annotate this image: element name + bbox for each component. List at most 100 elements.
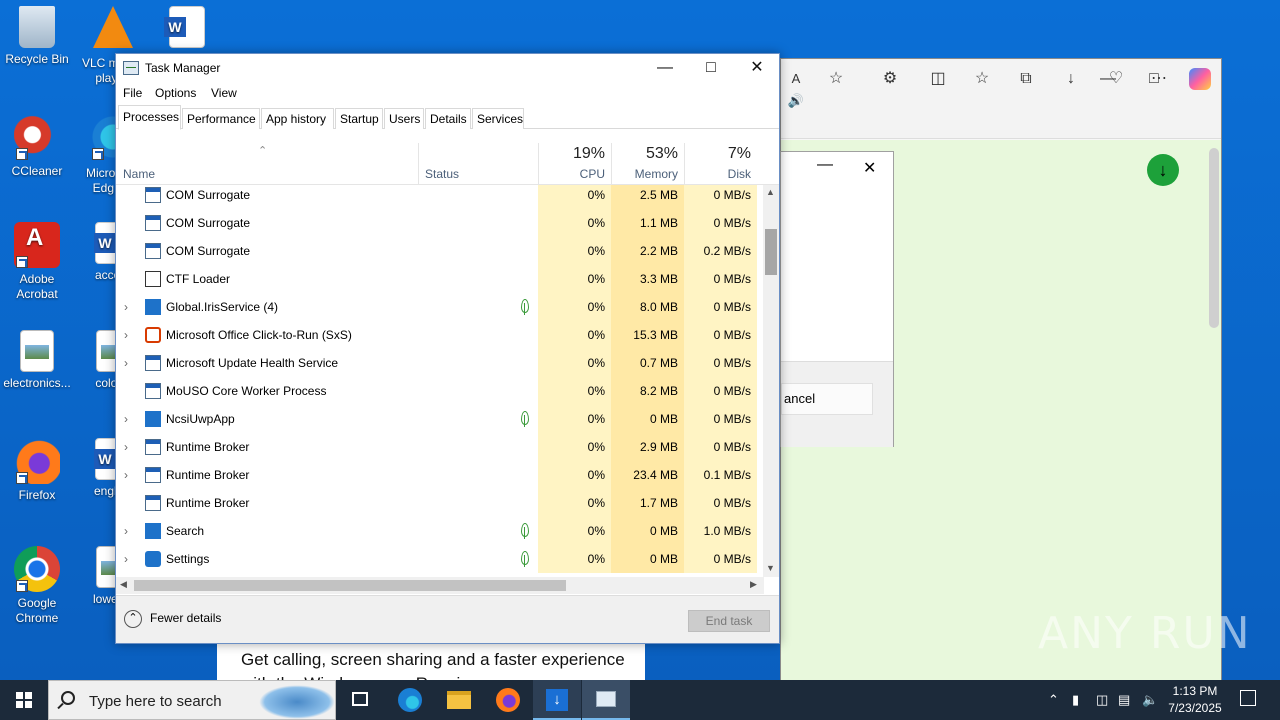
taskbar-edge[interactable] <box>386 680 434 720</box>
column-header-memory[interactable]: 53% Memory <box>611 143 684 185</box>
desktop-icon-google-chrome[interactable]: Google Chrome <box>0 546 74 626</box>
taskbar-firefox[interactable] <box>484 680 532 720</box>
column-header-disk[interactable]: 7% Disk <box>684 143 757 185</box>
cancel-button[interactable]: ancel <box>781 383 873 415</box>
menu-view[interactable]: View <box>211 86 237 100</box>
tab-details[interactable]: Details <box>425 108 471 129</box>
windows-logo-icon <box>16 692 32 708</box>
tab-services[interactable]: Services <box>472 108 524 129</box>
tab-app-history[interactable]: App history <box>261 108 334 129</box>
close-button[interactable]: ✕ <box>734 54 780 82</box>
extensions-icon[interactable]: ⚙ <box>879 68 901 90</box>
task-manager-footer: ⌃ Fewer details End task <box>116 595 779 643</box>
process-row[interactable]: COM Surrogate 0% 2.5 MB 0 MB/s <box>116 185 764 209</box>
process-row[interactable]: › Runtime Broker 0% 2.9 MB 0 MB/s <box>116 433 764 461</box>
download-circle-icon[interactable]: ↓ <box>1147 154 1179 186</box>
desktop-icon-word-document[interactable]: W <box>150 6 224 52</box>
downloads-icon[interactable]: ↓ <box>1060 68 1082 90</box>
scroll-up-icon[interactable]: ▲ <box>766 187 775 197</box>
task-manager-icon <box>123 61 139 75</box>
expand-chevron-icon[interactable]: › <box>124 552 128 566</box>
minimize-icon[interactable]: — <box>817 156 833 174</box>
process-row[interactable]: › Search 0% 0 MB 1.0 MB/s <box>116 517 764 545</box>
copilot-icon[interactable] <box>1189 68 1211 90</box>
expand-chevron-icon[interactable]: › <box>124 412 128 426</box>
process-row[interactable]: MoUSO Core Worker Process 0% 8.2 MB 0 MB/s <box>116 377 764 405</box>
vertical-scrollbar[interactable]: ▲ ▼ <box>763 185 779 577</box>
show-hidden-icons[interactable]: ⌃ <box>1048 692 1059 708</box>
column-header-status[interactable]: Status <box>418 143 538 185</box>
desktop-icon-vlc[interactable]: VLC m play <box>76 6 150 85</box>
process-row[interactable]: › Runtime Broker 0% 23.4 MB 0.1 MB/s <box>116 461 764 489</box>
device-icon[interactable]: ◫ <box>1096 692 1108 708</box>
tab-users[interactable]: Users <box>384 108 424 129</box>
taskbar-clock[interactable]: 1:13 PM 7/23/2025 <box>1160 683 1230 717</box>
menu-options[interactable]: Options <box>155 86 196 100</box>
process-icon <box>145 551 161 567</box>
horizontal-scroll-thumb[interactable] <box>134 580 566 591</box>
start-button[interactable] <box>0 680 48 720</box>
process-row[interactable]: › NcsiUwpApp 0% 0 MB 0 MB/s <box>116 405 764 433</box>
taskbar-downloads[interactable]: ↓ <box>533 680 581 720</box>
process-list: COM Surrogate 0% 2.5 MB 0 MB/s COM Surrogate… <box>116 185 764 577</box>
process-row[interactable]: CTF Loader 0% 3.3 MB 0 MB/s <box>116 265 764 293</box>
end-task-button[interactable]: End task <box>688 610 770 632</box>
desktop-icon-ccleaner[interactable]: CCleaner <box>0 114 74 179</box>
split-screen-icon[interactable]: ◫ <box>927 68 949 90</box>
desktop-icon-recycle-bin[interactable]: Recycle Bin <box>0 6 74 67</box>
notifications-icon[interactable] <box>1240 690 1256 706</box>
performance-icon[interactable]: ♡ <box>1105 68 1127 90</box>
process-row[interactable]: Runtime Broker 0% 1.7 MB 0 MB/s <box>116 489 764 517</box>
taskbar-file-explorer[interactable] <box>435 680 483 720</box>
process-row[interactable]: › Settings 0% 0 MB 0 MB/s <box>116 545 764 573</box>
collections-icon[interactable]: ⧉ <box>1015 68 1037 90</box>
expand-chevron-icon[interactable]: › <box>124 328 128 342</box>
column-header-name[interactable]: Name <box>116 143 418 185</box>
taskbar-search-box[interactable]: Type here to search <box>48 680 336 720</box>
process-row[interactable]: › Microsoft Update Health Service 0% 0.7 MB… <box>116 349 764 377</box>
favorites-icon[interactable]: ☆ <box>971 68 993 90</box>
maximize-button[interactable]: □ <box>688 54 734 82</box>
process-row[interactable]: COM Surrogate 0% 2.2 MB 0.2 MB/s <box>116 237 764 265</box>
expand-chevron-icon[interactable]: › <box>124 440 128 454</box>
expand-chevron-icon[interactable]: › <box>124 356 128 370</box>
tab-startup[interactable]: Startup <box>335 108 383 129</box>
scroll-right-icon[interactable]: ▶ <box>750 579 757 590</box>
process-row[interactable]: COM Surrogate 0% 1.1 MB 0 MB/s <box>116 209 764 237</box>
efficiency-leaf-icon <box>521 299 529 315</box>
memory-total-percent: 53% <box>645 145 678 162</box>
column-header-cpu[interactable]: 19% CPU <box>538 143 611 185</box>
menu-file[interactable]: File <box>123 86 142 100</box>
network-icon[interactable]: ▤ <box>1118 692 1130 708</box>
taskbar-task-manager[interactable] <box>582 680 630 720</box>
scroll-down-icon[interactable]: ▼ <box>766 563 775 573</box>
task-view-button[interactable] <box>336 680 384 720</box>
favorite-star-icon[interactable]: ☆ <box>825 68 847 90</box>
expand-chevron-icon[interactable]: › <box>124 300 128 314</box>
read-aloud-icon[interactable]: A🔊 <box>785 68 807 108</box>
process-icon <box>145 271 161 287</box>
desktop-icon-firefox[interactable]: Firefox <box>0 438 74 503</box>
volume-icon[interactable]: 🔈 <box>1142 692 1158 708</box>
fewer-details-button[interactable]: ⌃ Fewer details <box>124 610 221 628</box>
minimize-button[interactable]: — <box>642 54 688 82</box>
close-icon[interactable]: ✕ <box>863 158 876 178</box>
vertical-scroll-thumb[interactable] <box>765 229 777 275</box>
desktop-icon-label: Adobe Acrobat <box>16 272 58 301</box>
process-row[interactable]: › Global.IrisService (4) 0% 8.0 MB 0 MB/s <box>116 293 764 321</box>
task-manager-window[interactable]: Task Manager — □ ✕ File Options View Pro… <box>115 53 780 644</box>
process-row[interactable]: › Microsoft Office Click-to-Run (SxS) 0% 15… <box>116 321 764 349</box>
desktop-icon-adobe-acrobat[interactable]: A Adobe Acrobat <box>0 222 74 302</box>
desktop-icon-electronics[interactable]: electronics... <box>0 330 74 391</box>
process-icon <box>145 355 161 371</box>
expand-chevron-icon[interactable]: › <box>124 468 128 482</box>
tab-processes[interactable]: Processes <box>118 105 181 130</box>
battery-icon[interactable]: ▮ <box>1072 692 1079 708</box>
more-options-icon[interactable]: ⋯ <box>1148 68 1170 90</box>
expand-chevron-icon[interactable]: › <box>124 524 128 538</box>
tab-performance[interactable]: Performance <box>182 108 260 129</box>
browser-scrollbar[interactable] <box>1209 148 1219 328</box>
horizontal-scrollbar[interactable]: ◀ ▶ <box>116 577 764 594</box>
scroll-left-icon[interactable]: ◀ <box>120 579 127 590</box>
task-manager-titlebar[interactable]: Task Manager — □ ✕ <box>116 54 779 82</box>
